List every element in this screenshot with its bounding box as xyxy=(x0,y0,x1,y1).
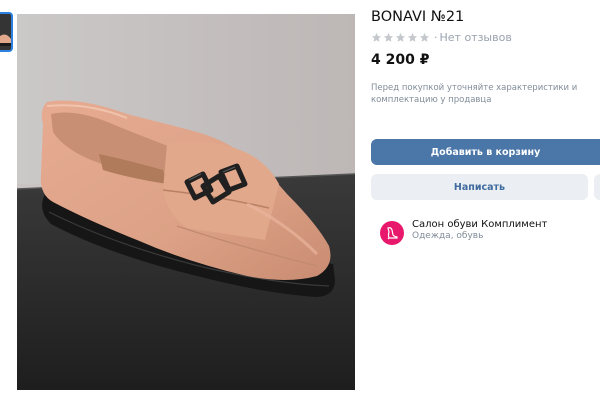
seller-name[interactable]: Салон обуви Комплимент xyxy=(412,219,547,230)
seller-category: Одежда, обувь xyxy=(412,231,484,241)
seller-note: Перед покупкой уточняйте характеристики … xyxy=(371,83,578,105)
shoe-logo-icon xyxy=(387,227,398,240)
seller-avatar[interactable] xyxy=(380,221,404,245)
more-actions-button[interactable] xyxy=(594,174,600,200)
product-price: 4 200 ₽ xyxy=(371,52,430,68)
rating-row[interactable]: · Нет отзывов xyxy=(371,31,512,44)
star-icon xyxy=(371,32,382,42)
star-icon xyxy=(419,32,430,42)
star-icon xyxy=(395,32,406,42)
message-seller-button[interactable]: Написать xyxy=(371,174,588,200)
seller-card[interactable]: Салон обуви Комплимент Одежда, обувь xyxy=(380,219,547,245)
rating-separator: · xyxy=(434,31,438,44)
rating-stars xyxy=(371,32,430,43)
star-icon xyxy=(383,32,394,42)
gallery-thumbnail[interactable] xyxy=(0,12,13,52)
reviews-link[interactable]: Нет отзывов xyxy=(440,31,512,44)
star-icon xyxy=(407,32,418,42)
add-to-cart-button[interactable]: Добавить в корзину xyxy=(371,139,600,165)
product-page: BONAVI №21 · Нет отзывов 4 200 ₽ Перед п… xyxy=(0,0,600,400)
product-title: BONAVI №21 xyxy=(371,9,465,25)
product-photo[interactable] xyxy=(17,14,355,390)
seller-info: Салон обуви Комплимент Одежда, обувь xyxy=(412,219,547,241)
